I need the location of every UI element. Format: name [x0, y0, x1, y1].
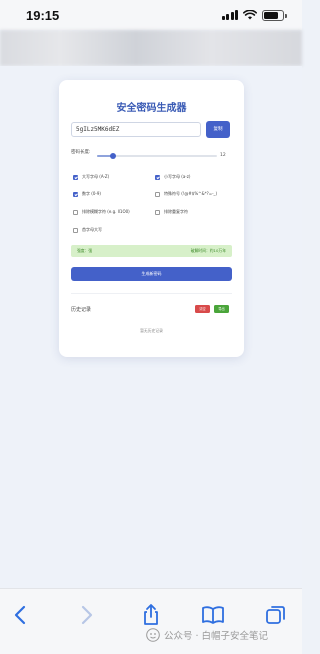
crack-time-label: 破解时间：约10万年: [190, 248, 226, 253]
bookmarks-icon[interactable]: [201, 603, 225, 627]
history-title: 历史记录: [71, 307, 92, 313]
option-label: 排除重复字符: [164, 209, 188, 214]
password-output-field[interactable]: 5gILz5MK6dEZ: [71, 122, 201, 137]
length-slider-thumb[interactable]: [110, 152, 116, 159]
length-slider[interactable]: [97, 152, 217, 159]
option-label: 排除模糊字符 (e.g. Il1O0): [82, 209, 130, 214]
option-uppercase[interactable]: 大写字母 (A-Z): [73, 174, 109, 180]
length-label: 密码长度:: [71, 150, 91, 155]
option-exclude-ambiguous[interactable]: 排除模糊字符 (e.g. Il1O0): [73, 209, 130, 215]
wechat-logo-icon: [146, 628, 160, 642]
clear-history-button[interactable]: 清空: [195, 305, 210, 313]
option-numbers[interactable]: 数字 (0-9): [73, 191, 101, 197]
option-exclude-duplicates[interactable]: 排除重复字符: [155, 209, 188, 215]
option-label: 数字 (0-9): [82, 191, 101, 196]
option-label: 大写字母 (A-Z): [82, 174, 110, 179]
option-checkbox[interactable]: [73, 209, 78, 215]
option-checkbox[interactable]: [155, 191, 160, 197]
signal-icon: [221, 10, 238, 20]
strength-label: 强度：强: [77, 248, 93, 253]
wifi-icon: [243, 10, 257, 20]
status-time: 19:15: [26, 7, 60, 23]
history-empty-text: 暂无历史记录: [140, 328, 163, 333]
option-checkbox[interactable]: [73, 191, 78, 197]
status-icons: [221, 9, 287, 21]
option-checkbox[interactable]: [73, 227, 78, 233]
option-capitalize-first[interactable]: 首字母大写: [73, 227, 102, 233]
length-value: 12: [220, 153, 226, 158]
strength-indicator: 强度：强 破解时间：约10万年: [71, 245, 232, 257]
option-symbols[interactable]: 特殊符号 (!@#$%^&*?=-_): [155, 191, 217, 197]
forward-icon[interactable]: [74, 603, 98, 627]
generate-button[interactable]: 生成新密码: [71, 267, 232, 281]
watermark: 公众号 · 白帽子安全笔记: [146, 628, 268, 642]
share-icon[interactable]: [139, 603, 163, 627]
watermark-text: 公众号 · 白帽子安全笔记: [164, 631, 269, 642]
browser-toolbar: [0, 588, 302, 654]
option-label: 特殊符号 (!@#$%^&*?=-_): [164, 191, 218, 196]
status-bar: 19:15: [0, 0, 302, 30]
tabs-icon[interactable]: [264, 603, 288, 627]
option-checkbox[interactable]: [73, 174, 78, 180]
option-label: 小写字母 (a-z): [164, 174, 191, 179]
option-checkbox[interactable]: [155, 209, 160, 215]
battery-icon: [262, 9, 287, 21]
back-icon[interactable]: [9, 603, 33, 627]
option-checkbox[interactable]: [155, 174, 160, 180]
divider: [71, 293, 232, 294]
export-history-button[interactable]: 导出: [214, 305, 229, 313]
password-generator-card: 安全密码生成器 5gILz5MK6dEZ 复制 密码长度: 12 大写字母 (A…: [59, 80, 244, 357]
copy-button[interactable]: 复制: [206, 121, 230, 138]
address-bar[interactable]: [0, 30, 302, 66]
option-label: 首字母大写: [82, 227, 102, 232]
option-lowercase[interactable]: 小写字母 (a-z): [155, 174, 190, 180]
page-title: 安全密码生成器: [116, 103, 187, 114]
